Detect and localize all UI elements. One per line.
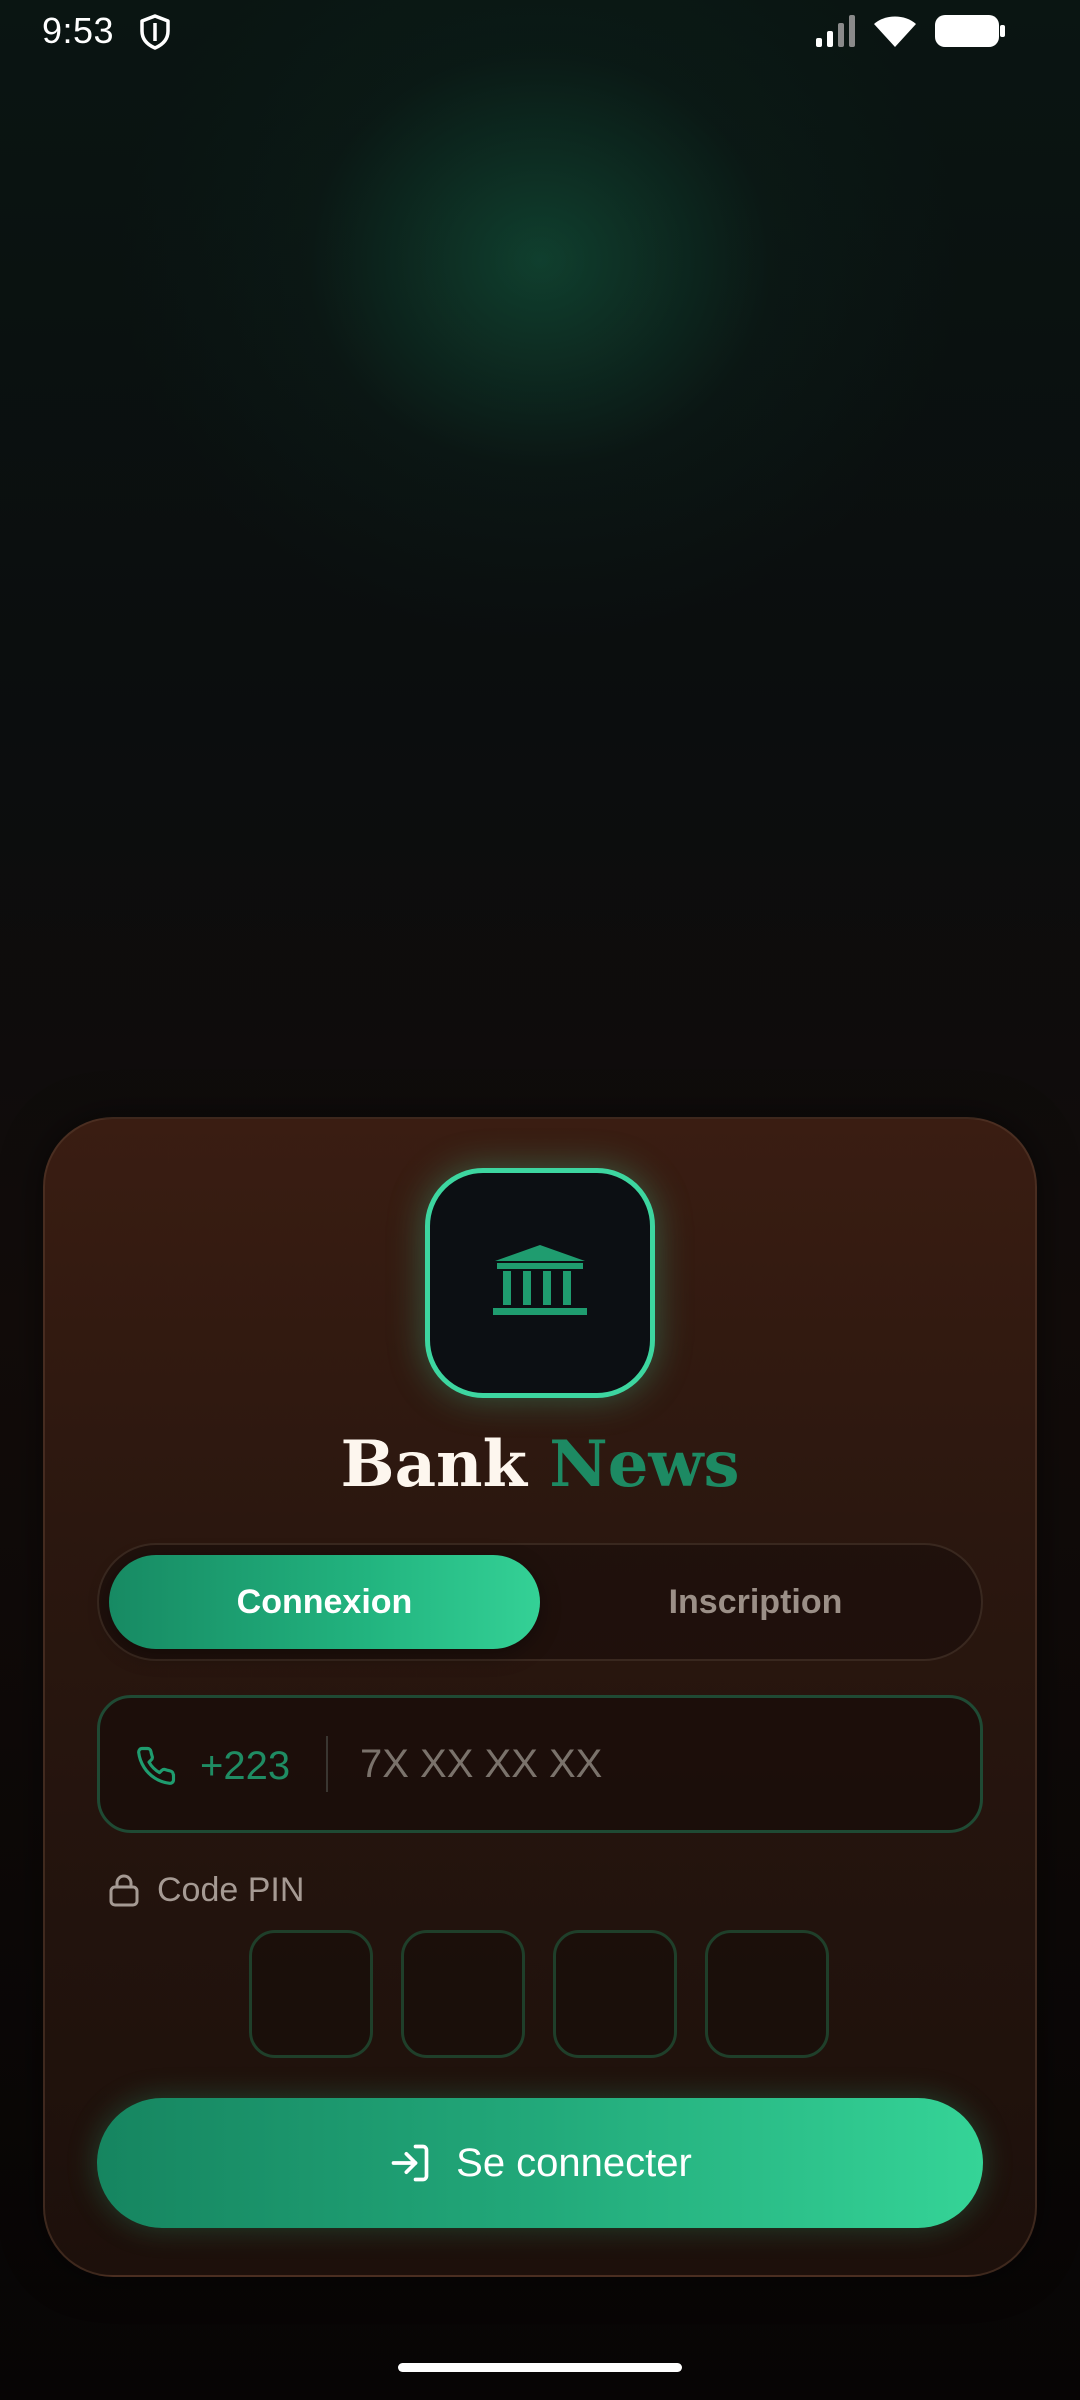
login-icon	[391, 2144, 429, 2182]
signal-icon	[816, 15, 855, 47]
home-indicator[interactable]	[398, 2363, 682, 2372]
status-bar: 9:53	[0, 0, 1080, 64]
phone-divider	[326, 1736, 328, 1792]
login-button[interactable]: Se connecter	[97, 2098, 983, 2228]
login-button-label: Se connecter	[456, 2140, 692, 2185]
wifi-icon	[874, 16, 916, 47]
tab-connexion[interactable]: Connexion	[109, 1555, 540, 1649]
pin-digit-1[interactable]	[249, 1930, 373, 2058]
status-time: 9:53	[42, 10, 115, 51]
tab-inscription[interactable]: Inscription	[540, 1555, 971, 1649]
battery-icon	[935, 15, 1005, 47]
app-title-word-1: Bank	[340, 1427, 527, 1502]
pin-label: Code PIN	[157, 1871, 305, 1909]
pin-digit-4[interactable]	[705, 1930, 829, 2058]
pin-digit-3[interactable]	[553, 1930, 677, 2058]
country-code[interactable]: +223	[200, 1740, 290, 1792]
phone-icon	[137, 1746, 176, 1785]
app-title-word-2: News	[549, 1427, 740, 1502]
app-logo	[425, 1168, 655, 1398]
shield-icon	[140, 14, 170, 50]
phone-input[interactable]	[360, 1736, 940, 1792]
pin-digit-2[interactable]	[401, 1930, 525, 2058]
bank-icon	[493, 1245, 587, 1315]
lock-icon	[109, 1874, 139, 1907]
app-title: Bank News	[0, 1425, 1080, 1505]
